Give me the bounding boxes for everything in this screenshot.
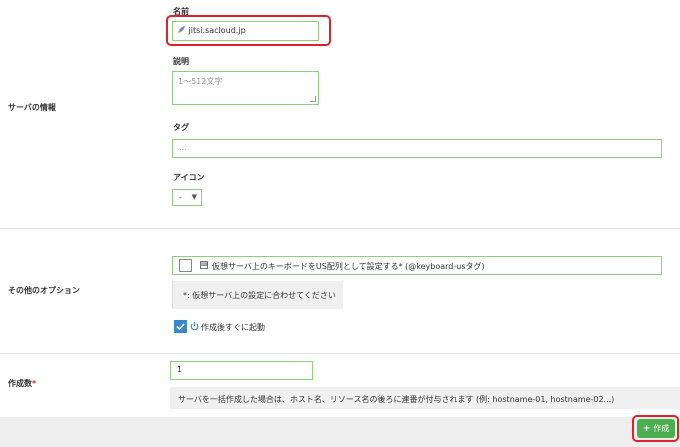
plus-icon: +: [642, 423, 651, 434]
name-input[interactable]: jitsi.sacloud.jp: [172, 21, 319, 41]
count-note: サーバを一括作成した場合は、ホスト名、リソース名の後ろに連番が付与されます (例…: [178, 395, 615, 404]
rocket-icon: [177, 25, 186, 34]
tag-input[interactable]: ...: [172, 139, 662, 158]
keyboard-note-box: *: 仮想サーバ上の設定に合わせてください: [172, 281, 343, 309]
keyboard-note: *: 仮想サーバ上の設定に合わせてください: [183, 291, 336, 300]
description-label: 説明: [173, 57, 189, 66]
count-input[interactable]: 1: [170, 361, 313, 380]
power-icon: [190, 321, 199, 333]
section-label-server-info: サーバの情報: [8, 103, 56, 112]
count-note-box: サーバを一括作成した場合は、ホスト名、リソース名の後ろに連番が付与されます (例…: [170, 387, 680, 409]
description-placeholder: 1～512文字: [178, 77, 223, 86]
chevron-down-icon: ▼: [191, 193, 197, 201]
section-label-other-options: その他のオプション: [8, 286, 80, 295]
divider-2: [0, 353, 680, 354]
keyboard-option-checkbox[interactable]: [179, 259, 192, 272]
count-label: 作成数: [8, 379, 32, 388]
boot-after-create-label[interactable]: 作成後すぐに起動: [201, 322, 265, 333]
tag-label: タグ: [173, 123, 189, 132]
section-label-count: 作成数*: [8, 378, 36, 389]
keyboard-option-row[interactable]: ⌨ 仮想サーバ上のキーボードをUS配列として設定する* (@keyboard-u…: [172, 256, 662, 275]
icon-select-value: -: [179, 193, 182, 202]
footer-bar: [0, 417, 680, 447]
check-icon: [176, 323, 185, 331]
count-value: 1: [177, 365, 183, 374]
resize-grip-icon[interactable]: [310, 96, 316, 102]
boot-after-create-checkbox[interactable]: [174, 320, 187, 333]
name-value: jitsi.sacloud.jp: [188, 26, 246, 35]
description-textarea[interactable]: 1～512文字: [172, 71, 319, 105]
icon-select[interactable]: - ▼: [172, 189, 202, 206]
required-mark: *: [32, 379, 37, 388]
create-button-label: 作成: [653, 424, 670, 433]
tag-placeholder: ...: [179, 143, 187, 152]
keyboard-option-label: 仮想サーバ上のキーボードをUS配列として設定する* (@keyboard-usタ…: [212, 262, 485, 271]
icon-label: アイコン: [173, 173, 205, 182]
keyboard-icon: ⌨: [200, 261, 209, 269]
create-button[interactable]: + 作成: [637, 419, 675, 438]
divider-1: [0, 228, 680, 229]
